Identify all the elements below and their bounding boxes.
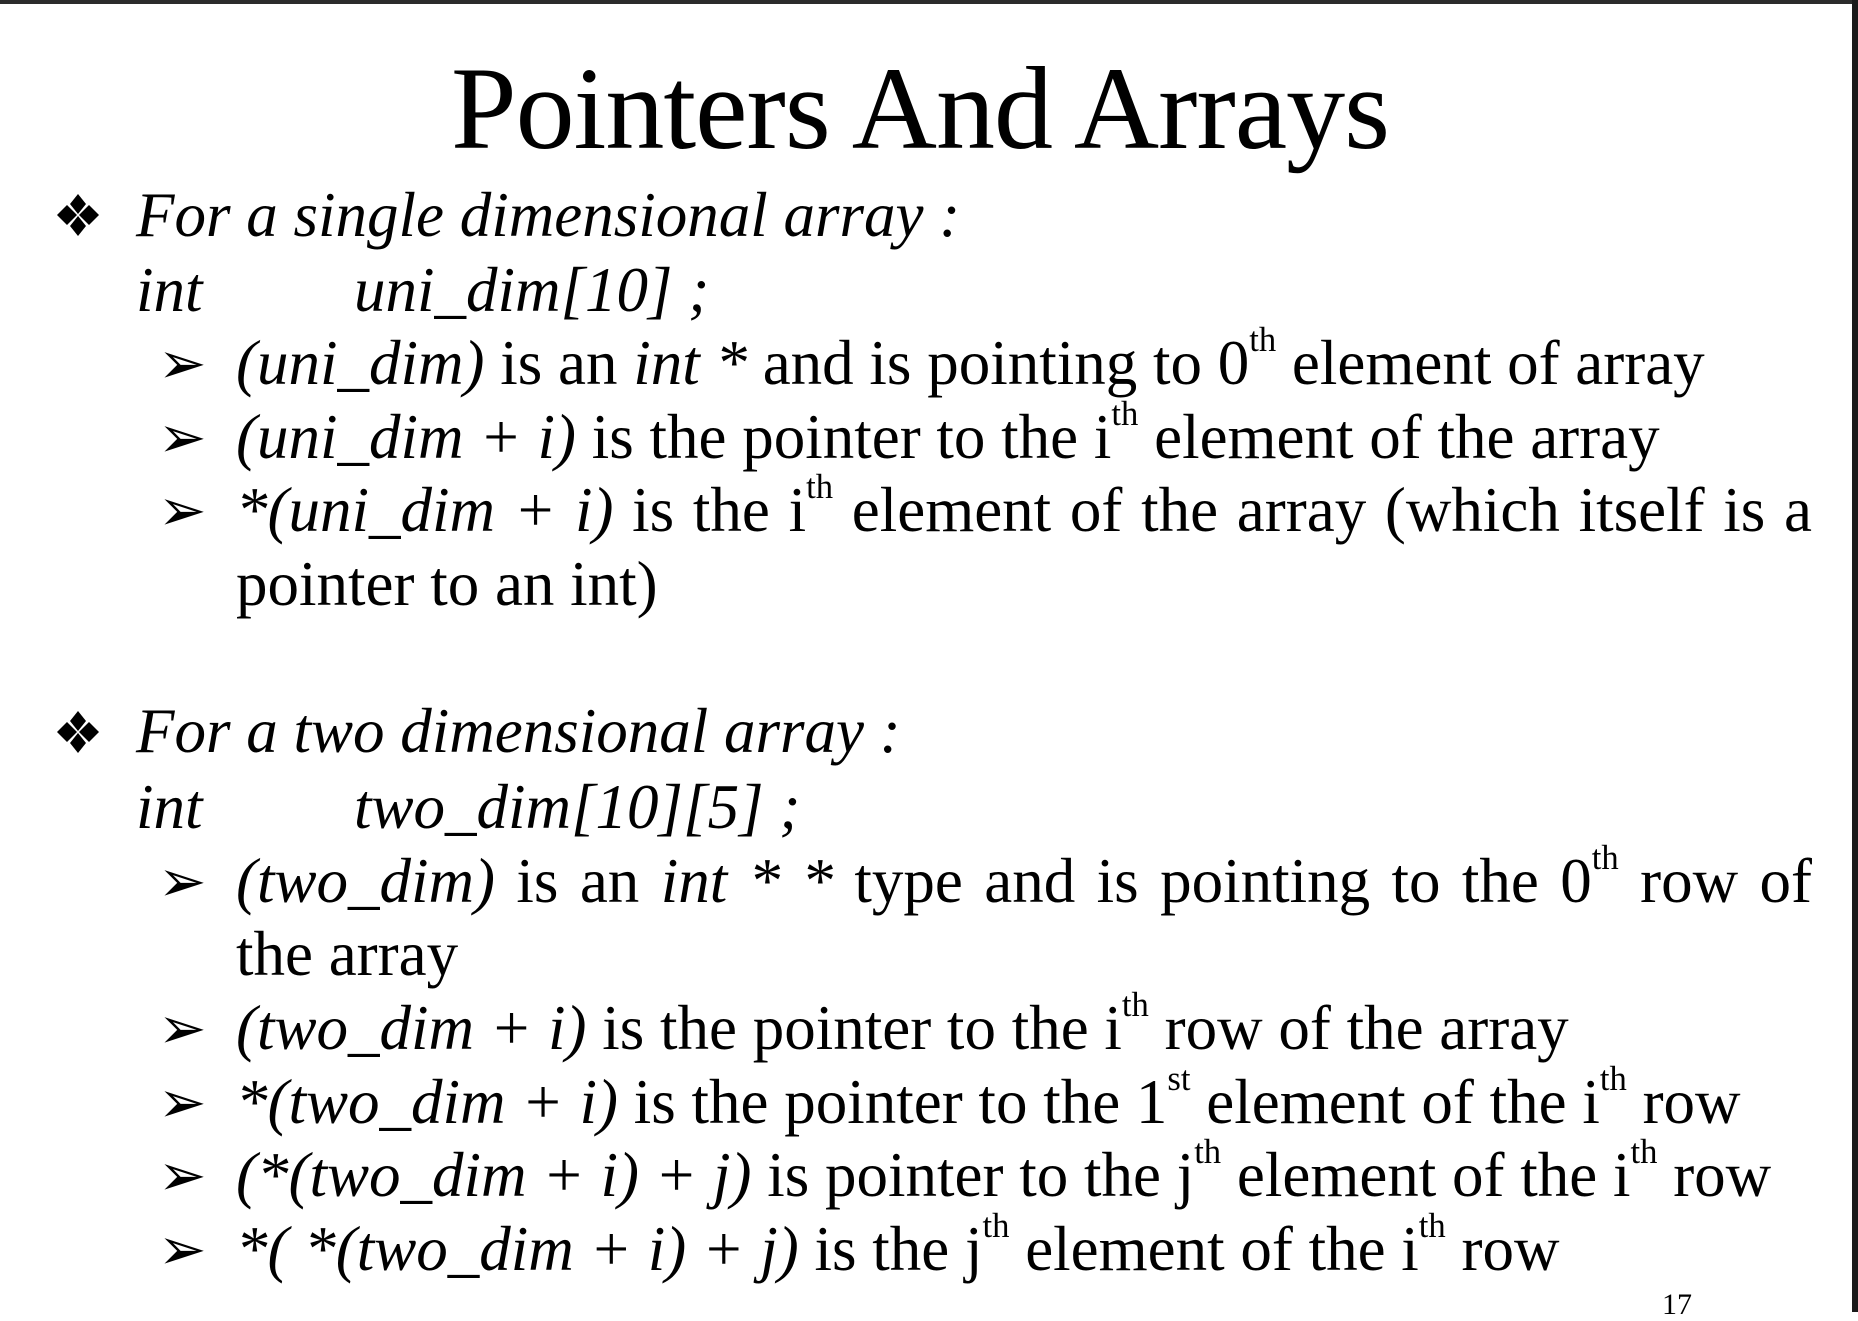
list-item: (*(two_dim + i) + j) is pointer to the j… — [236, 1133, 1772, 1210]
list-item: *( *(two_dim + i) + j) is the jth elemen… — [236, 1207, 1560, 1284]
arrowhead-icon: ➢ — [158, 1217, 207, 1282]
list-item-continuation: pointer to an int) — [236, 549, 658, 619]
decl-type: int — [136, 772, 203, 842]
list-item-continuation: the array — [236, 919, 459, 989]
arrowhead-icon: ➢ — [158, 405, 207, 470]
declaration-single: int uni_dim[10] ; — [136, 259, 709, 322]
section-heading-single: For a single dimensional array : — [136, 180, 961, 250]
page-number: 17 — [1662, 1288, 1692, 1321]
list-item: (two_dim + i) is the pointer to the ith … — [236, 986, 1569, 1063]
arrowhead-icon: ➢ — [158, 1143, 207, 1208]
arrowhead-icon: ➢ — [158, 331, 207, 396]
decl-type: int — [136, 255, 203, 325]
list-item: (uni_dim) is an int * and is pointing to… — [236, 321, 1705, 398]
declaration-two: int two_dim[10][5] ; — [136, 776, 800, 839]
list-item: (uni_dim + i) is the pointer to the ith … — [236, 395, 1660, 472]
arrowhead-icon: ➢ — [158, 996, 207, 1061]
right-border — [1852, 0, 1858, 1312]
arrowhead-icon: ➢ — [158, 1070, 207, 1135]
top-border — [0, 0, 1858, 4]
decl-name: uni_dim[10] ; — [354, 255, 710, 325]
arrowhead-icon: ➢ — [158, 849, 207, 914]
decl-name: two_dim[10][5] ; — [354, 772, 801, 842]
list-item: *(two_dim + i) is the pointer to the 1st… — [236, 1060, 1741, 1137]
four-diamond-icon — [57, 194, 99, 236]
list-item: (two_dim) is an int * * type and is poin… — [236, 839, 1812, 916]
slide-title: Pointers And Arrays — [450, 43, 1390, 174]
list-item: *(uni_dim + i) is the ith element of the… — [236, 468, 1812, 545]
four-diamond-icon — [57, 711, 99, 753]
section-heading-two: For a two dimensional array : — [136, 696, 901, 766]
arrowhead-icon: ➢ — [158, 478, 207, 543]
